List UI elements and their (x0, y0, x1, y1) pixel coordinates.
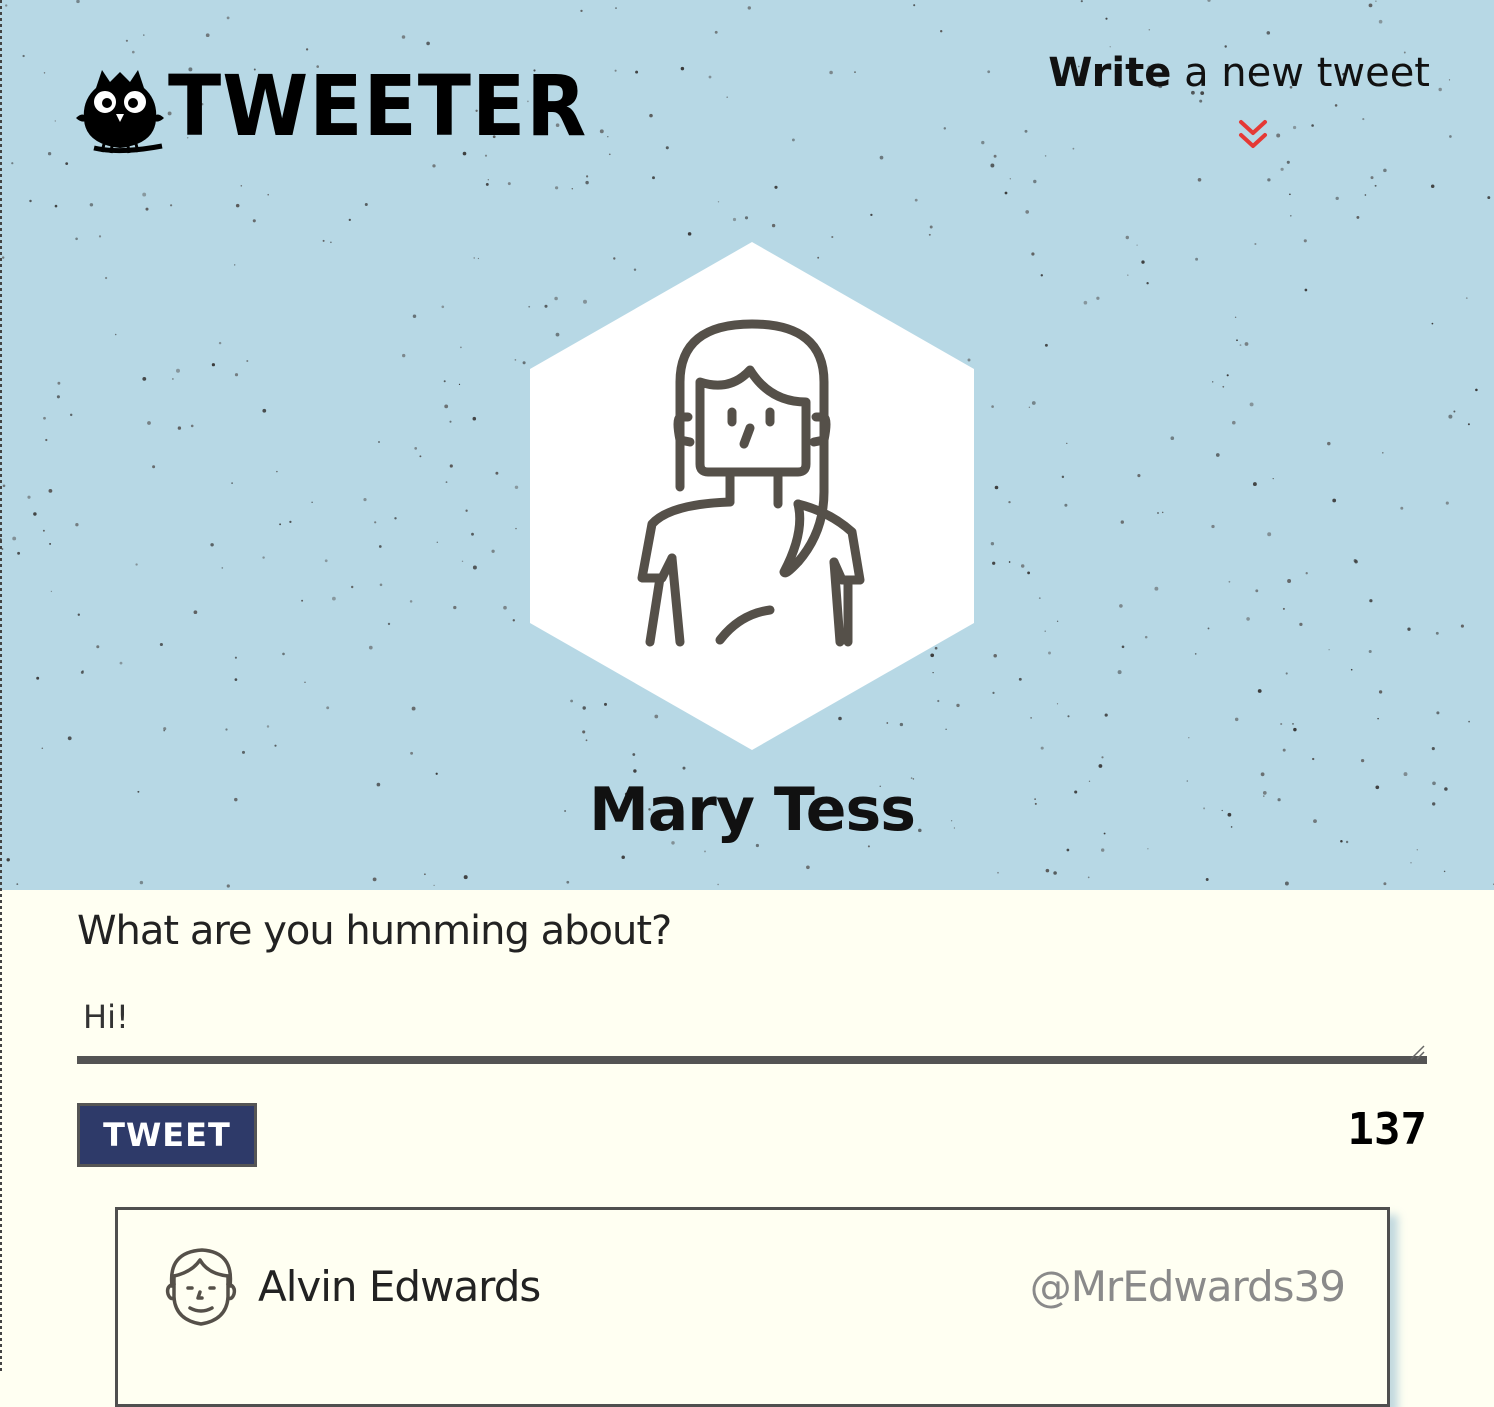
left-border (0, 0, 2, 1371)
logo[interactable]: TWEETER (74, 58, 587, 156)
write-label-strong: Write (1048, 50, 1172, 96)
man-avatar-icon (165, 1248, 237, 1326)
composer-label: What are you humming about? (77, 908, 672, 954)
profile-header: TWEETER Write a new tweet Mary Tess (0, 0, 1494, 890)
double-chevron-down-icon[interactable] (1236, 118, 1270, 152)
tweet-card: Alvin Edwards @MrEdwards39 (115, 1207, 1390, 1407)
tweet-textarea[interactable]: Hi! (77, 990, 1427, 1064)
owl-logo-icon (76, 70, 164, 154)
profile-name: Mary Tess (589, 775, 916, 845)
char-counter: 137 (1347, 1104, 1427, 1155)
tweet-author-handle: @MrEdwards39 (1029, 1262, 1346, 1311)
profile-avatar (530, 242, 974, 750)
tweet-author-name: Alvin Edwards (258, 1262, 541, 1311)
write-label-rest: a new tweet (1171, 50, 1430, 96)
tweet-button[interactable]: TWEET (77, 1103, 257, 1167)
resize-grip-icon[interactable] (1409, 1044, 1425, 1060)
write-new-tweet-link[interactable]: Write a new tweet (1048, 50, 1430, 96)
logo-text: TWEETER (168, 58, 588, 156)
